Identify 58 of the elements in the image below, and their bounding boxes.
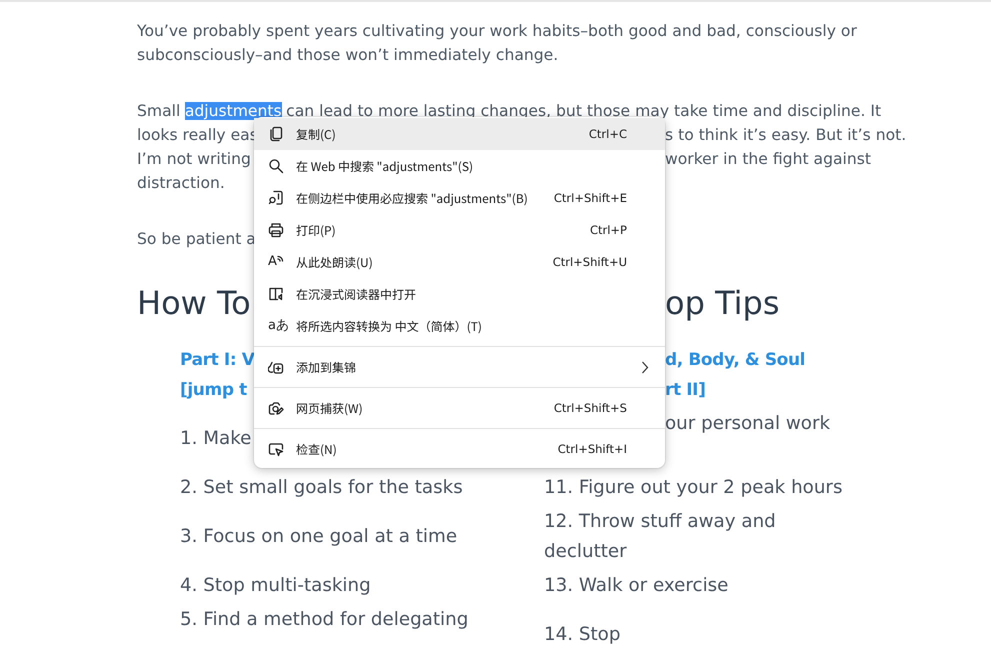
paragraph-text: can lead to more lasting changes, but those may take time and discipline. It: [286, 102, 882, 120]
paragraph-text: Small: [137, 102, 180, 120]
menu-item[interactable]: 打印(P) Ctrl+P: [254, 214, 665, 246]
menu-item[interactable]: 在 Web 中搜索 "adjustments"(S): [254, 150, 665, 182]
menu-item-label: 在侧边栏中使用必应搜索 "adjustments"(B): [296, 190, 529, 206]
menu-item[interactable]: aあ 将所选内容转换为 中文（简体）(T): [254, 310, 665, 342]
list-item: 4. Stop multi-tasking: [180, 574, 371, 598]
menu-item-label: 检查(N): [296, 440, 338, 458]
search-icon: [268, 158, 284, 174]
paragraph-text: distraction.: [137, 173, 225, 194]
menu-item[interactable]: A 从此处朗读(U) Ctrl+Shift+U: [254, 246, 665, 278]
menu-item-label: 复制(C): [296, 126, 337, 142]
part-heading: d, Body, & Soul: [665, 349, 806, 372]
menu-item-label: 打印(P): [296, 222, 337, 238]
menu-item[interactable]: 添加到集锦: [254, 351, 665, 383]
paragraph-text: s to think it’s easy. But it’s not.: [665, 125, 906, 146]
selected-text: adjustments: [184, 102, 282, 120]
paragraph-text: You’ve probably spent years cultivating your work habits–both good and bad, consciously or subconsciously–and those won’t immediately change.: [137, 21, 858, 66]
camera-pen-icon: [268, 400, 284, 416]
shortcut-text: Ctrl+P: [590, 223, 627, 237]
list-item: 3. Focus on one goal at a time: [180, 525, 458, 549]
list-item: our personal work: [665, 412, 830, 436]
inspect-icon: [268, 441, 284, 457]
list-item: 12. Throw stuff away and declutter: [544, 510, 777, 564]
copy-icon: [268, 126, 284, 142]
chevron-right-icon: [641, 361, 649, 374]
reader-icon: [268, 286, 284, 302]
section-heading: How To: [137, 283, 251, 323]
section-heading: op Tips: [665, 283, 780, 323]
list-item: 11. Figure out your 2 peak hours: [544, 476, 842, 500]
shortcut-text: Ctrl+Shift+S: [554, 401, 627, 415]
paragraph-text: I’m not writing: [137, 149, 251, 170]
shortcut-text: Ctrl+Shift+E: [554, 191, 627, 205]
list-item: 1. Make: [180, 427, 252, 451]
menu-item-label: 从此处朗读(U): [296, 254, 374, 270]
printer-icon: [268, 222, 284, 238]
menu-item-label: 添加到集锦: [296, 358, 358, 376]
paragraph-text: worker in the fight against: [665, 149, 872, 170]
shortcut-text: Ctrl+C: [588, 127, 627, 141]
menu-item[interactable]: 复制(C) Ctrl+C: [254, 118, 665, 150]
list-item: 5. Find a method for delegating: [180, 608, 468, 632]
menu-item-label: 将所选内容转换为 中文（简体）(T): [296, 318, 483, 334]
menu-item[interactable]: 网页捕获(W) Ctrl+Shift+S: [254, 392, 665, 424]
part-heading: Part I: V: [180, 349, 255, 372]
menu-item[interactable]: 在侧边栏中使用必应搜索 "adjustments"(B) Ctrl+Shift+E: [254, 182, 665, 214]
collections-add-icon: [268, 359, 284, 375]
menu-item-label: 在 Web 中搜索 "adjustments"(S): [296, 158, 474, 174]
sidebar-search-icon: [268, 190, 284, 206]
list-item: 2. Set small goals for the tasks: [180, 476, 463, 500]
menu-item[interactable]: 检查(N) Ctrl+Shift+I: [254, 433, 665, 465]
menu-item-label: 网页捕获(W): [296, 400, 364, 416]
shortcut-text: Ctrl+Shift+U: [552, 255, 627, 269]
shortcut-text: Ctrl+Shift+I: [558, 442, 627, 456]
list-item: 13. Walk or exercise: [544, 574, 728, 598]
list-item: 14. Stop: [544, 623, 620, 647]
menu-item[interactable]: 在沉浸式阅读器中打开: [254, 278, 665, 310]
translate-icon: aあ: [268, 319, 289, 333]
menu-item-label: 在沉浸式阅读器中打开: [296, 286, 418, 302]
